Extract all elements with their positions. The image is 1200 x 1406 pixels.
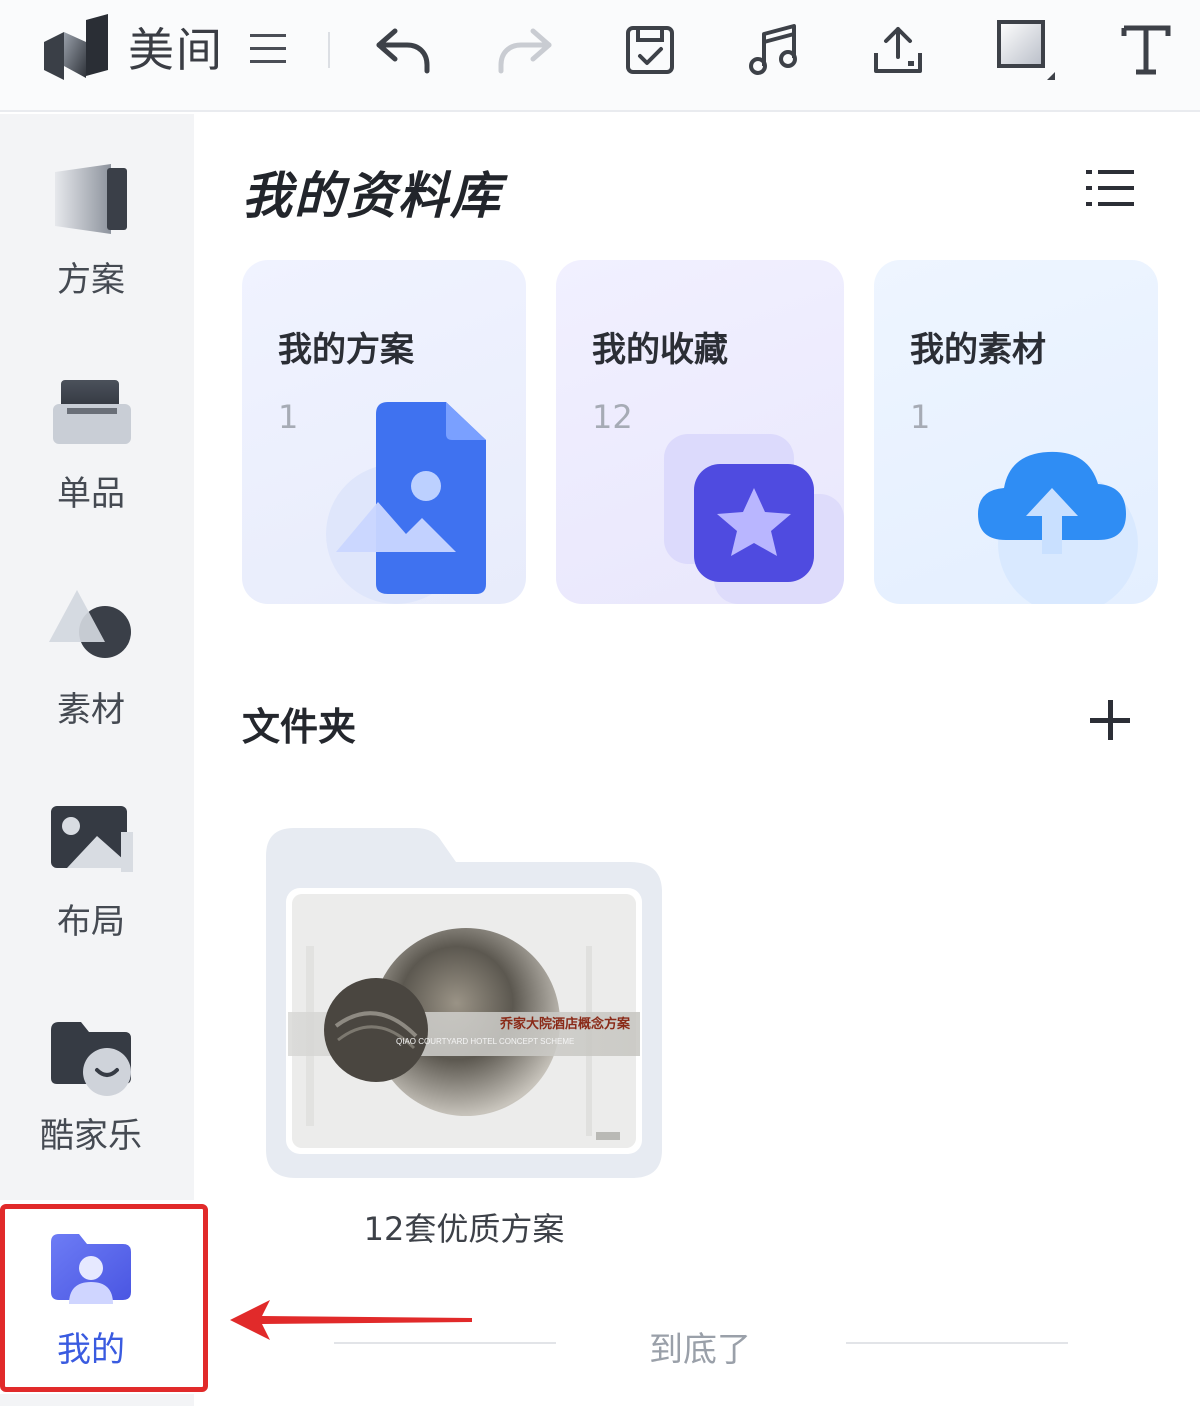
save-button[interactable] — [618, 18, 682, 82]
thumb-caption: 乔家大院酒店概念方案 — [499, 1016, 631, 1031]
sidebar-item-material[interactable]: 素材 — [0, 558, 194, 768]
card-title: 我的收藏 — [592, 330, 728, 370]
redo-button[interactable] — [494, 18, 558, 82]
sidebar-item-label: 酷家乐 — [40, 1116, 142, 1156]
text-button[interactable] — [1114, 18, 1178, 82]
music-button[interactable] — [742, 18, 806, 82]
toolbar-divider — [328, 32, 330, 68]
end-of-list-text: 到底了 — [649, 1330, 751, 1370]
card-my-favorites[interactable]: 我的收藏 12 — [556, 260, 844, 604]
material-icon — [49, 590, 131, 658]
list-view-icon[interactable] — [1086, 166, 1134, 210]
card-my-plans[interactable]: 我的方案 1 — [242, 260, 526, 604]
folders-section-title: 文件夹 — [242, 705, 357, 749]
card-my-materials[interactable]: 我的素材 1 — [874, 260, 1158, 604]
star-icon — [664, 434, 844, 604]
folder-icon: 乔家大院酒店概念方案 QIAO COURTYARD HOTEL CONCEPT … — [266, 828, 662, 1178]
music-icon — [749, 24, 797, 75]
cloud-upload-icon — [978, 451, 1138, 604]
end-divider-right — [846, 1342, 1068, 1344]
shape-button[interactable] — [992, 18, 1056, 82]
text-icon — [1121, 25, 1171, 75]
card-title: 我的方案 — [278, 330, 414, 370]
card-title: 我的素材 — [910, 330, 1046, 370]
folder-item[interactable]: 乔家大院酒店概念方案 QIAO COURTYARD HOTEL CONCEPT … — [266, 826, 662, 1180]
undo-button[interactable] — [370, 18, 434, 82]
plan-icon — [55, 164, 127, 234]
sidebar-item-label: 单品 — [57, 474, 125, 514]
upload-button[interactable] — [866, 18, 930, 82]
layout-icon — [51, 806, 133, 872]
highlight-annotation-box — [0, 1204, 208, 1392]
folder-name[interactable]: 12套优质方案 — [266, 1204, 662, 1250]
app-logo-icon — [44, 14, 108, 80]
card-count: 1 — [278, 398, 299, 436]
sidebar-item-product[interactable]: 单品 — [0, 344, 194, 554]
page-title: 我的资料库 — [242, 167, 502, 225]
kujiale-icon — [51, 1022, 131, 1096]
sidebar-item-kujiale[interactable]: 酷家乐 — [0, 986, 194, 1196]
sidebar-item-label: 方案 — [57, 260, 125, 300]
sidebar-item-label: 布局 — [57, 902, 125, 942]
card-count: 12 — [592, 398, 633, 436]
save-icon — [626, 26, 674, 74]
upload-icon — [874, 27, 922, 73]
redo-icon — [498, 28, 552, 74]
thumb-sub-caption: QIAO COURTYARD HOTEL CONCEPT SCHEME — [396, 1037, 574, 1046]
sidebar-item-label: 素材 — [57, 690, 125, 730]
menu-icon[interactable] — [248, 32, 288, 66]
image-file-icon — [326, 402, 486, 604]
top-toolbar: 美间 — [0, 0, 1200, 112]
sidebar-item-plan[interactable]: 方案 — [0, 130, 194, 340]
app-title: 美间 — [128, 23, 224, 77]
sidebar-item-layout[interactable]: 布局 — [0, 772, 194, 982]
red-arrow-annotation — [230, 1300, 472, 1340]
product-icon — [53, 380, 131, 444]
shape-icon — [997, 20, 1055, 80]
card-count: 1 — [910, 398, 931, 436]
add-folder-icon[interactable] — [1086, 696, 1134, 744]
undo-icon — [376, 28, 430, 74]
